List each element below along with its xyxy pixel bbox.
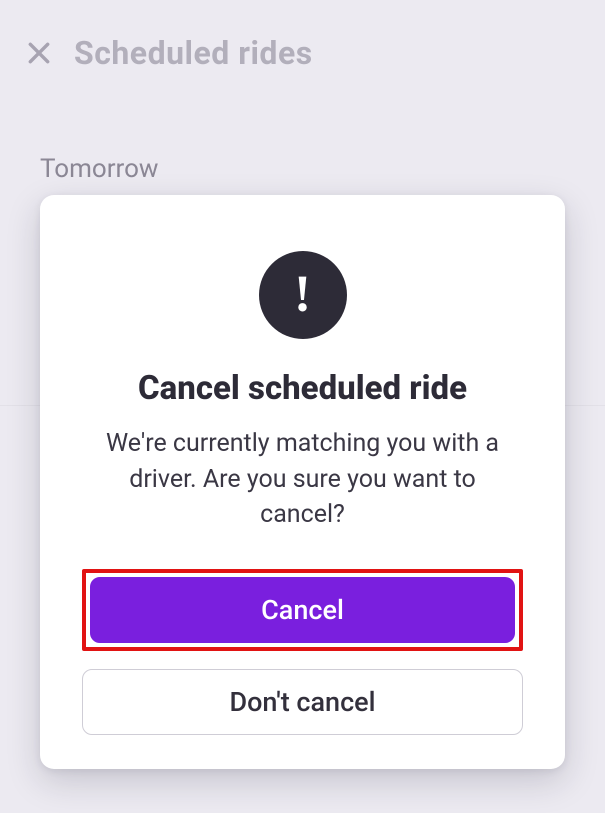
dialog-body: We're currently matching you with a driv… (93, 426, 513, 533)
alert-icon: ! (259, 251, 347, 339)
highlight-annotation: Cancel (82, 569, 523, 651)
dont-cancel-button[interactable]: Don't cancel (82, 669, 523, 735)
dialog-title: Cancel scheduled ride (138, 369, 467, 408)
cancel-button[interactable]: Cancel (90, 577, 515, 643)
cancel-ride-dialog: ! Cancel scheduled ride We're currently … (40, 195, 565, 769)
alert-icon-glyph: ! (294, 269, 311, 321)
